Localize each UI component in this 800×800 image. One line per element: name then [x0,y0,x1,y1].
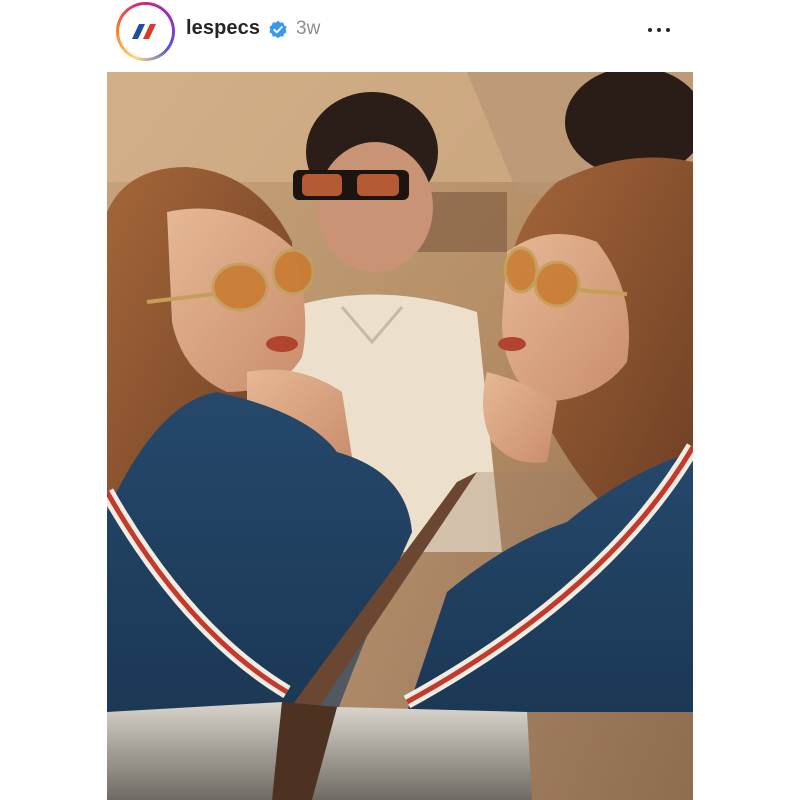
post-photo[interactable] [107,72,693,800]
more-dot [666,28,670,32]
more-horizontal-icon [648,28,652,32]
post-header: lespecs 3w [0,0,800,62]
username-link[interactable]: lespecs [186,17,260,40]
more-dot [657,28,661,32]
le-specs-logo-icon [119,5,172,58]
instagram-post: lespecs 3w [0,0,800,800]
more-options-button[interactable] [642,18,676,42]
avatar[interactable] [119,5,172,58]
verified-badge-icon [269,20,287,39]
fashion-photo-image [107,72,693,800]
avatar-story-ring[interactable] [116,2,175,61]
post-timestamp[interactable]: 3w [296,18,320,40]
